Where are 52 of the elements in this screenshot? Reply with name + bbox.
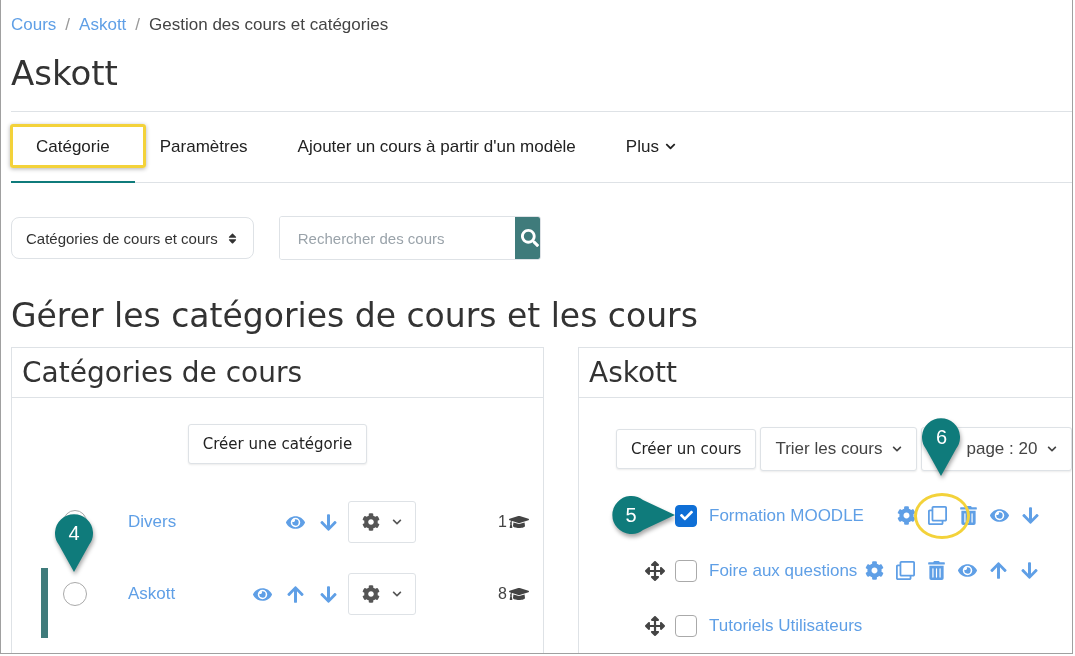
- search-field[interactable]: Rechercher des cours: [278, 216, 541, 260]
- tab[interactable]: Plus: [600, 112, 701, 183]
- gear-icon[interactable]: [865, 561, 885, 580]
- move-icon[interactable]: [645, 615, 665, 636]
- gear-icon[interactable]: [897, 506, 916, 525]
- course-count: 1: [498, 513, 507, 531]
- tab[interactable]: Paramètres: [134, 112, 273, 183]
- breadcrumb-current: Gestion des cours et catégories: [149, 15, 389, 36]
- breadcrumb-separator: /: [135, 15, 141, 36]
- callout-tooltip: 6: [921, 418, 962, 476]
- arrow-up-icon[interactable]: [286, 584, 305, 604]
- gear-icon: [362, 513, 380, 531]
- breadcrumb-separator: /: [65, 15, 71, 36]
- search-icon: [520, 229, 539, 247]
- copy-icon[interactable]: [928, 506, 947, 525]
- category-actions-button[interactable]: [348, 501, 416, 543]
- gear-icon: [362, 585, 380, 603]
- create-category-button[interactable]: Créer une catégorie: [187, 424, 368, 464]
- category-actions-button[interactable]: [348, 573, 416, 615]
- move-icon[interactable]: [645, 560, 665, 581]
- page-title: Askott: [11, 53, 119, 94]
- trash-icon[interactable]: [959, 506, 978, 525]
- search-button[interactable]: [514, 217, 540, 259]
- eye-icon[interactable]: [958, 561, 978, 580]
- trash-icon[interactable]: [927, 561, 947, 580]
- tab[interactable]: Ajouter un cours à partir d'un modèle: [272, 112, 601, 183]
- arrow-down-icon[interactable]: [319, 584, 338, 604]
- chevron-down-icon: [892, 444, 903, 454]
- arrow-up-icon[interactable]: [989, 561, 1009, 580]
- panel-title: Catégories de cours: [12, 348, 543, 398]
- view-select[interactable]: Catégories de cours et cours: [11, 217, 254, 259]
- arrow-down-icon[interactable]: [1021, 506, 1040, 525]
- course-checkbox[interactable]: [675, 559, 697, 582]
- course-count: 8: [498, 585, 507, 603]
- tab[interactable]: Catégorie: [11, 112, 135, 183]
- chevron-down-icon: [1047, 444, 1058, 454]
- panel-title: Askott: [579, 348, 1072, 398]
- course-checkbox[interactable]: [675, 504, 697, 527]
- sort-courses-button[interactable]: Trier les cours: [760, 427, 918, 471]
- arrow-down-icon[interactable]: [1020, 561, 1040, 580]
- callout-tooltip: 4: [54, 514, 94, 572]
- copy-icon[interactable]: [896, 561, 916, 580]
- category-checkbox[interactable]: [63, 582, 87, 606]
- chevron-down-icon: [392, 589, 402, 599]
- create-course-button[interactable]: Créer un cours: [616, 429, 757, 469]
- course-checkbox[interactable]: [675, 614, 697, 637]
- callout-tooltip: 5: [611, 495, 675, 535]
- arrow-down-icon[interactable]: [319, 512, 338, 532]
- eye-icon[interactable]: [990, 506, 1009, 525]
- check-icon: [679, 509, 693, 522]
- section-heading: Gérer les catégories de cours et les cours: [11, 296, 699, 335]
- chevron-down-icon: [392, 517, 402, 527]
